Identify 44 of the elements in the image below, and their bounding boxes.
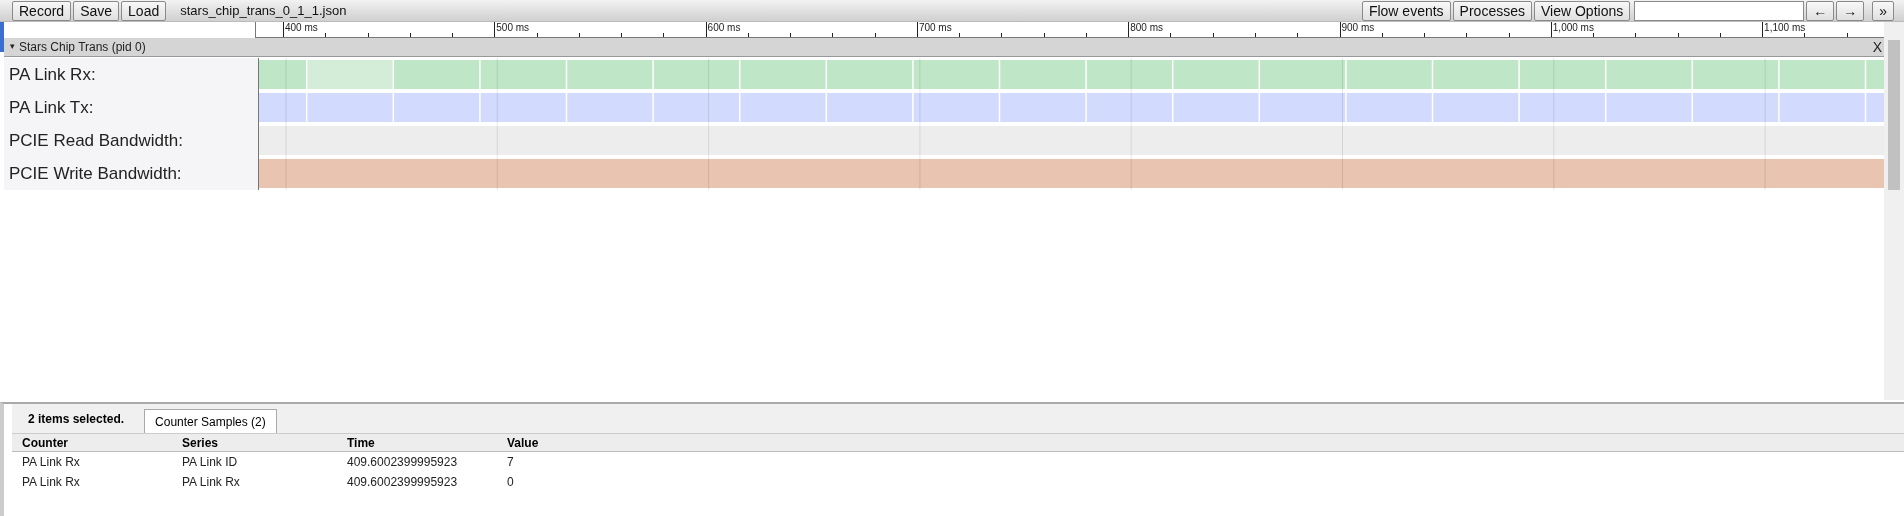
- toolbar-button[interactable]: Flow events: [1361, 0, 1451, 21]
- toolbar-button[interactable]: View Options: [1533, 0, 1631, 21]
- file-name: stars_chip_trans_0_1_1.json: [180, 1, 347, 20]
- track-label: PA Link Tx:: [4, 91, 259, 124]
- table-cell-text: 409.6002399995923: [347, 474, 459, 491]
- column-header: Time: [347, 435, 376, 452]
- collapse-toggle[interactable]: ▾: [10, 40, 15, 54]
- close-button[interactable]: X: [1872, 36, 1882, 58]
- tick-label: 1,100 ms: [1764, 22, 1806, 33]
- tick-label: 900 ms: [1341, 22, 1375, 33]
- tick-label: 400 ms: [285, 22, 318, 33]
- tick-label: 600 ms: [707, 22, 741, 33]
- column-header: Value: [507, 435, 540, 452]
- scrollbar[interactable]: [1884, 22, 1904, 400]
- tick-label: 500 ms: [496, 22, 530, 33]
- track-label: PA Link Rx:: [4, 58, 259, 91]
- toolbar-button[interactable]: Load: [121, 0, 167, 21]
- process-header[interactable]: ▾ Stars Chip Trans (pid 0) X: [4, 38, 1884, 57]
- table-cell-text: PA Link Rx: [182, 474, 241, 491]
- nav-button[interactable]: ←: [1806, 0, 1835, 21]
- table-cell-text: PA Link Rx: [22, 454, 81, 471]
- toolbar-button[interactable]: Processes: [1452, 0, 1532, 21]
- more-button[interactable]: »: [1872, 0, 1894, 21]
- scroll-thumb[interactable]: [1888, 40, 1900, 190]
- toolbar-button[interactable]: Record: [12, 0, 72, 21]
- track-label: PCIE Read Bandwidth:: [4, 124, 259, 157]
- process-title: Stars Chip Trans (pid 0): [19, 39, 146, 56]
- table-cell-text: PA Link Rx: [22, 474, 81, 491]
- selection-summary: 2 items selected.: [28, 411, 125, 428]
- column-header: Counter: [22, 435, 69, 452]
- toolbar-button[interactable]: Save: [73, 0, 120, 21]
- search-field[interactable]: [1634, 0, 1805, 21]
- track-label: PCIE Write Bandwidth:: [4, 157, 259, 190]
- table-cell-text: 0: [507, 474, 515, 491]
- table-cell-text: PA Link ID: [182, 454, 239, 471]
- tick-label: 800 ms: [1130, 22, 1163, 33]
- tab[interactable]: Counter Samples (2): [144, 409, 277, 433]
- nav-button[interactable]: →: [1836, 0, 1865, 21]
- table-cell-text: 409.6002399995923: [347, 454, 459, 471]
- table-cell-text: 7: [507, 454, 515, 471]
- tick-label: 1,000 ms: [1552, 22, 1594, 33]
- column-header: Series: [182, 435, 220, 452]
- left-edge-bar: [0, 22, 4, 52]
- tick-label: 700 ms: [918, 22, 952, 33]
